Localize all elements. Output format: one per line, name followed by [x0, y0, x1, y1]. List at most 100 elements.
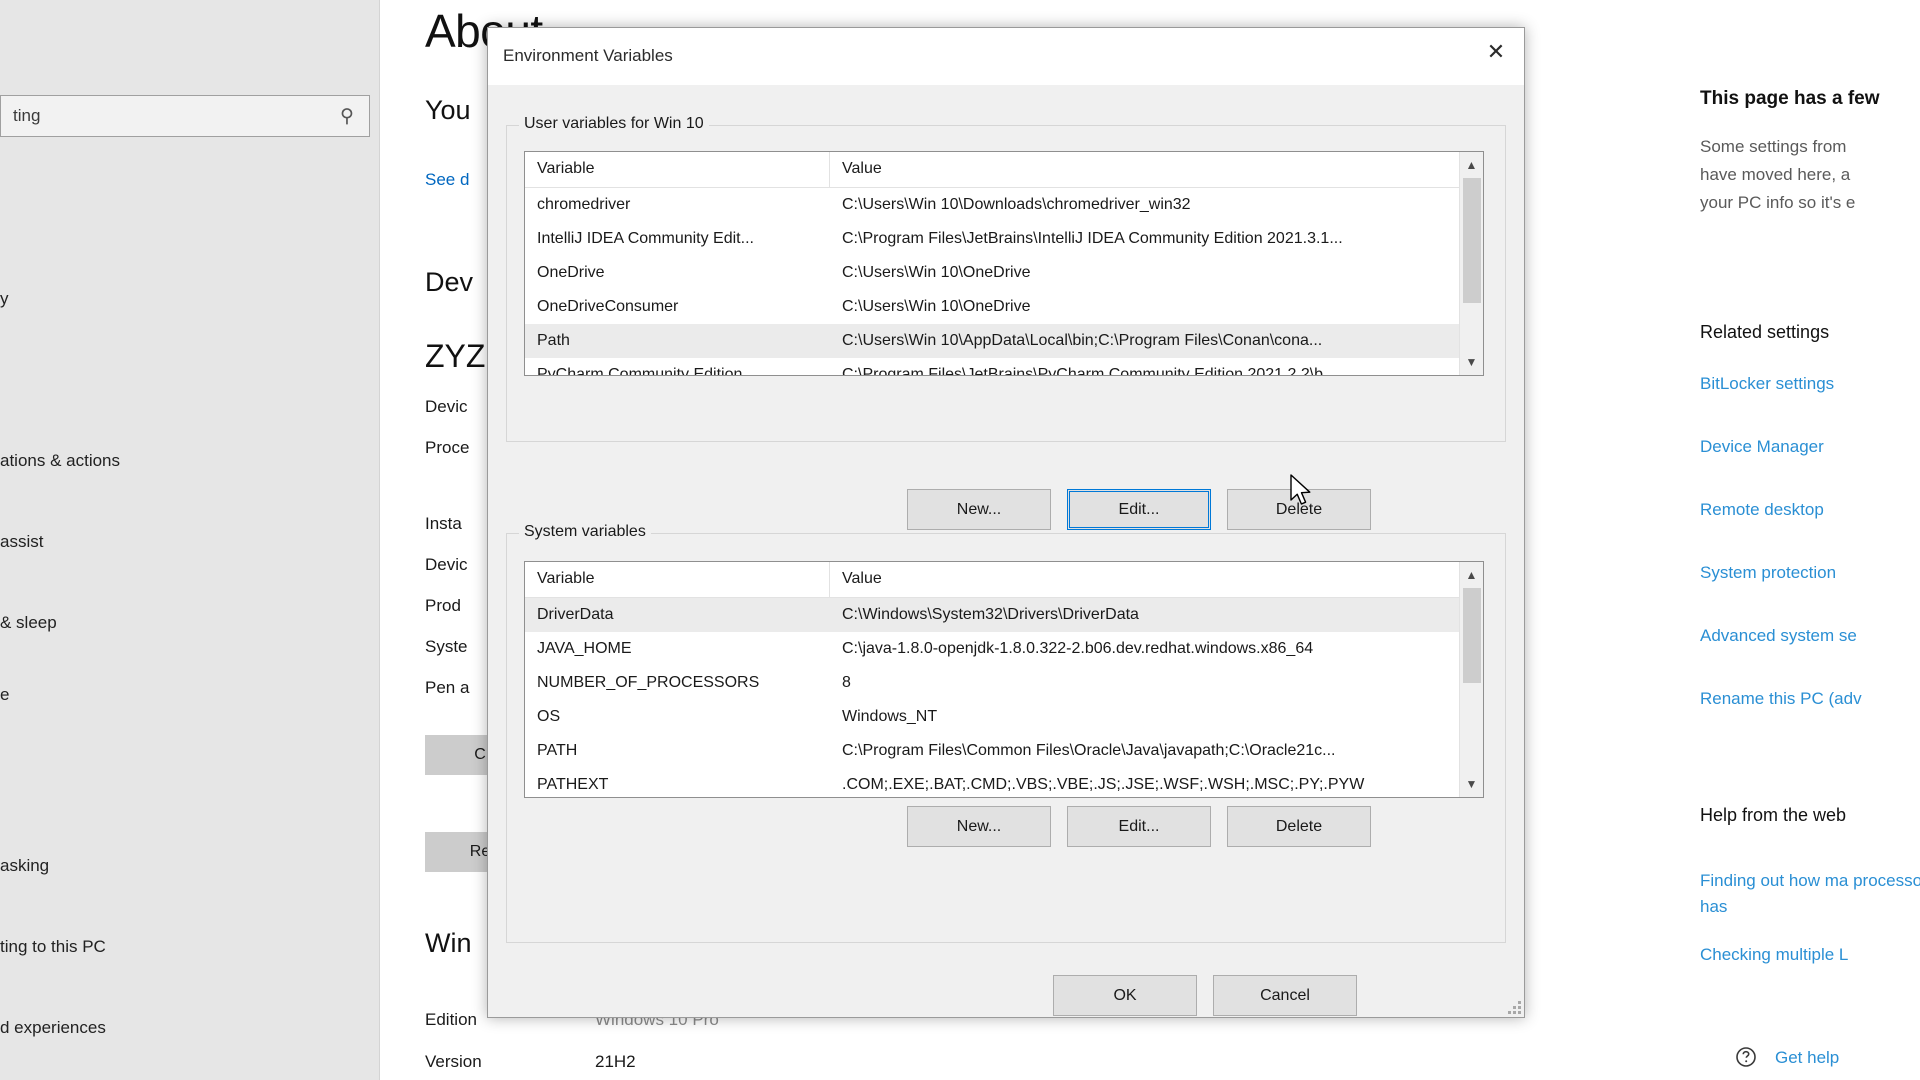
user-new-button[interactable]: New...: [907, 489, 1051, 530]
user-var-value: C:\Users\Win 10\OneDrive: [842, 298, 1031, 315]
windows-specifications-heading: Win: [425, 928, 472, 958]
help-from-web-heading: Help from the web: [1700, 805, 1847, 825]
sidebar-item-shared-experiences[interactable]: d experiences: [0, 1013, 106, 1043]
user-edit-button[interactable]: Edit...: [1067, 489, 1211, 530]
system-var-name: PATH: [537, 742, 578, 759]
spec-label-device-id: Devic: [425, 555, 468, 574]
user-variables-list[interactable]: Variable Value chromedriver C:\Users\Win…: [524, 151, 1484, 376]
sidebar-item-multitasking[interactable]: asking: [0, 851, 49, 881]
spec-label-processor: Proce: [425, 438, 470, 457]
table-row[interactable]: JAVA_HOME C:\java-1.8.0-openjdk-1.8.0.32…: [525, 632, 1483, 666]
spec-value-version: 21H2: [595, 1052, 636, 1071]
system-edit-button[interactable]: Edit...: [1067, 806, 1211, 847]
user-var-name: PyCharm Community Edition: [537, 366, 743, 376]
table-row[interactable]: OS Windows_NT: [525, 700, 1483, 734]
user-var-value: C:\Users\Win 10\OneDrive: [842, 264, 1031, 281]
system-delete-button[interactable]: Delete: [1227, 806, 1371, 847]
table-row-selected[interactable]: DriverData C:\Windows\System32\Drivers\D…: [525, 598, 1483, 632]
user-var-value: C:\Users\Win 10\Downloads\chromedriver_w…: [842, 196, 1191, 213]
sidebar-item-storage[interactable]: e: [0, 680, 9, 710]
table-row[interactable]: IntelliJ IDEA Community Edit... C:\Progr…: [525, 222, 1483, 256]
sidebar-item-projecting-to-this-pc[interactable]: ting to this PC: [0, 932, 106, 962]
scroll-up-icon[interactable]: ▲: [1460, 564, 1483, 586]
scroll-down-icon[interactable]: ▼: [1460, 773, 1483, 795]
user-col-variable: Variable: [525, 152, 830, 187]
spec-label-system-type: Syste: [425, 637, 468, 656]
get-help-link[interactable]: Get help: [1775, 1048, 1839, 1068]
search-input[interactable]: ting ⚲: [0, 95, 370, 137]
system-var-name: OS: [537, 708, 561, 725]
user-var-value: C:\Program Files\JetBrains\IntelliJ IDEA…: [842, 230, 1343, 247]
see-details-link[interactable]: See d: [425, 170, 469, 190]
sidebar-item-display[interactable]: y: [0, 284, 9, 314]
help-link-processor-cores[interactable]: Finding out how ma processor has: [1700, 868, 1920, 920]
spec-label-installed-ram: Insta: [425, 514, 462, 533]
system-col-variable: Variable: [525, 562, 830, 597]
system-var-value: 8: [842, 674, 851, 691]
system-variables-legend: System variables: [519, 523, 651, 541]
system-variables-list-header: Variable Value: [525, 562, 1483, 598]
related-link-device-manager[interactable]: Device Manager: [1700, 437, 1824, 457]
related-link-rename-this-pc-advanced[interactable]: Rename this PC (adv: [1700, 689, 1862, 709]
related-settings-heading: Related settings: [1700, 322, 1830, 342]
user-variables-group: User variables for Win 10 Variable Value…: [506, 115, 1506, 530]
system-var-value: C:\Windows\System32\Drivers\DriverData: [842, 606, 1139, 623]
user-delete-button[interactable]: Delete: [1227, 489, 1371, 530]
notice-line-1: Some settings from: [1700, 137, 1847, 156]
table-row[interactable]: NUMBER_OF_PROCESSORS 8: [525, 666, 1483, 700]
environment-variables-dialog: Environment Variables ✕ User variables f…: [487, 27, 1525, 1018]
system-var-value: .COM;.EXE;.BAT;.CMD;.VBS;.VBE;.JS;.JSE;.…: [842, 776, 1365, 793]
spec-label-pen-and-touch: Pen a: [425, 678, 470, 697]
system-list-scrollbar[interactable]: ▲ ▼: [1459, 562, 1483, 797]
system-new-button[interactable]: New...: [907, 806, 1051, 847]
sidebar-item-focus-assist[interactable]: assist: [0, 527, 43, 557]
sidebar-item-notifications-actions[interactable]: ations & actions: [0, 446, 120, 476]
user-var-value: C:\Program Files\JetBrains\PyCharm Commu…: [842, 366, 1337, 376]
system-var-value: C:\Program Files\Common Files\Oracle\Jav…: [842, 742, 1336, 759]
notice-line-3: your PC info so it's e: [1700, 193, 1856, 212]
user-var-name: chromedriver: [537, 196, 631, 213]
user-list-scrollbar[interactable]: ▲ ▼: [1459, 152, 1483, 375]
user-col-value: Value: [842, 160, 882, 177]
help-link-checking-multiple-languages[interactable]: Checking multiple L: [1700, 945, 1848, 965]
table-row-selected[interactable]: Path C:\Users\Win 10\AppData\Local\bin;C…: [525, 324, 1483, 358]
table-row[interactable]: PATHEXT .COM;.EXE;.BAT;.CMD;.VBS;.VBE;.J…: [525, 768, 1483, 797]
scroll-down-icon[interactable]: ▼: [1460, 351, 1483, 373]
device-specifications-heading: Dev: [425, 267, 474, 297]
sidebar-item-power-sleep[interactable]: & sleep: [0, 608, 57, 638]
cancel-button[interactable]: Cancel: [1213, 975, 1357, 1016]
scroll-up-icon[interactable]: ▲: [1460, 154, 1483, 176]
table-row[interactable]: OneDrive C:\Users\Win 10\OneDrive: [525, 256, 1483, 290]
related-link-remote-desktop[interactable]: Remote desktop: [1700, 500, 1824, 520]
system-variables-list[interactable]: Variable Value DriverData C:\Windows\Sys…: [524, 561, 1484, 798]
related-link-system-protection[interactable]: System protection: [1700, 563, 1836, 583]
user-var-name: OneDriveConsumer: [537, 298, 679, 315]
system-variables-rows: DriverData C:\Windows\System32\Drivers\D…: [525, 598, 1483, 797]
related-link-advanced-system-settings[interactable]: Advanced system se: [1700, 626, 1857, 646]
system-var-name: PATHEXT: [537, 776, 609, 793]
user-variables-rows: chromedriver C:\Users\Win 10\Downloads\c…: [525, 188, 1483, 376]
scrollbar-thumb[interactable]: [1463, 588, 1481, 683]
close-icon[interactable]: ✕: [1468, 28, 1524, 76]
system-var-name: DriverData: [537, 606, 614, 623]
spec-label-edition: Edition: [425, 1010, 477, 1029]
table-row[interactable]: OneDriveConsumer C:\Users\Win 10\OneDriv…: [525, 290, 1483, 324]
user-var-name: OneDrive: [537, 264, 605, 281]
search-input-value: ting: [13, 106, 41, 125]
settings-sidebar: ting ⚲ y ations & actions assist & sleep…: [0, 0, 380, 1080]
system-col-value: Value: [842, 570, 882, 587]
table-row[interactable]: PATH C:\Program Files\Common Files\Oracl…: [525, 734, 1483, 768]
table-row[interactable]: chromedriver C:\Users\Win 10\Downloads\c…: [525, 188, 1483, 222]
notice-line-2: have moved here, a: [1700, 165, 1851, 184]
user-var-name: Path: [537, 332, 570, 349]
resize-grip[interactable]: [1507, 1000, 1521, 1014]
related-link-bitlocker-settings[interactable]: BitLocker settings: [1700, 374, 1834, 394]
spec-label-device-name: Devic: [425, 397, 468, 416]
ok-button[interactable]: OK: [1053, 975, 1197, 1016]
system-variables-group: System variables Variable Value DriverDa…: [506, 523, 1506, 943]
scrollbar-thumb[interactable]: [1463, 178, 1481, 303]
system-var-value: C:\java-1.8.0-openjdk-1.8.0.322-2.b06.de…: [842, 640, 1314, 657]
table-row[interactable]: PyCharm Community Edition C:\Program Fil…: [525, 358, 1483, 376]
user-variables-legend: User variables for Win 10: [519, 115, 709, 133]
dialog-titlebar[interactable]: Environment Variables ✕: [488, 28, 1524, 85]
